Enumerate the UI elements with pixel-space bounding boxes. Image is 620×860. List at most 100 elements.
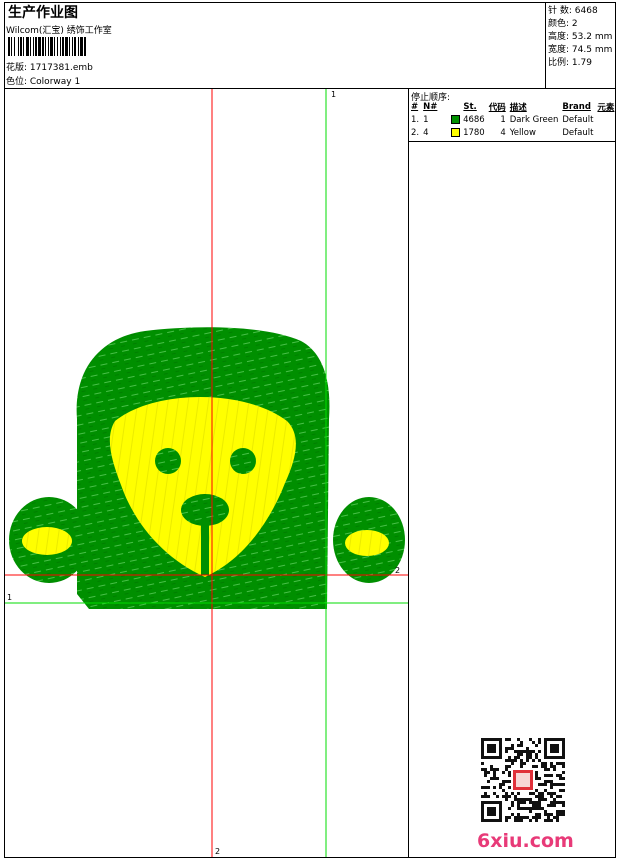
- design-preview: 1 1 2 2: [5, 89, 408, 857]
- qr-module: [538, 783, 541, 786]
- qr-module: [538, 804, 541, 807]
- qr-module: [541, 792, 544, 795]
- qr-module: [502, 780, 505, 783]
- qr-module: [550, 801, 553, 804]
- barcode-bar: [45, 37, 46, 56]
- qr-module: [553, 765, 556, 768]
- qr-module: [505, 795, 508, 798]
- qr-module: [535, 804, 538, 807]
- stats-panel: 针 数: 6468 颜色: 2 高度: 53.2 mm 宽度: 74.5 mm …: [548, 5, 612, 70]
- qr-module: [484, 774, 487, 777]
- qr-module: [481, 768, 484, 771]
- qr-module: [520, 801, 523, 804]
- qr-module: [550, 762, 553, 765]
- qr-module: [493, 777, 496, 780]
- qr-module: [547, 804, 550, 807]
- qr-module: [559, 762, 562, 765]
- qr-module: [559, 777, 562, 780]
- qr-module: [517, 804, 520, 807]
- qr-module: [484, 786, 487, 789]
- table-header-row: # N# St. 代码 描述 Brand 元素: [409, 101, 616, 113]
- qr-module: [526, 798, 529, 801]
- qr-module: [544, 768, 547, 771]
- qr-module: [502, 795, 505, 798]
- barcode-bar: [42, 37, 44, 56]
- qr-module: [538, 816, 541, 819]
- qr-module: [535, 801, 538, 804]
- qr-module: [487, 795, 490, 798]
- barcode-bar: [26, 37, 29, 56]
- qr-module: [550, 795, 553, 798]
- qr-module: [544, 798, 547, 801]
- qr-module: [514, 795, 517, 798]
- qr-module: [544, 765, 547, 768]
- qr-module: [556, 819, 559, 822]
- barcode-bar: [50, 37, 53, 56]
- qr-module: [562, 813, 565, 816]
- qr-module: [523, 762, 526, 765]
- qr-module: [508, 816, 511, 819]
- qr-module: [526, 747, 529, 750]
- qr-module: [529, 750, 532, 753]
- qr-module: [535, 795, 538, 798]
- qr-module: [529, 801, 532, 804]
- qr-module: [511, 759, 514, 762]
- qr-module: [550, 765, 553, 768]
- qr-module: [526, 756, 529, 759]
- qr-module: [529, 819, 532, 822]
- right-eye: [230, 448, 256, 474]
- qr-module: [496, 795, 499, 798]
- left-ear-inner: [22, 527, 72, 555]
- qr-module: [520, 741, 523, 744]
- qr-module: [505, 759, 508, 762]
- qr-module: [520, 762, 523, 765]
- barcode-bar: [78, 37, 79, 56]
- qr-module: [550, 780, 553, 783]
- qr-module: [511, 801, 514, 804]
- qr-module: [562, 804, 565, 807]
- qr-module: [487, 780, 490, 783]
- qr-module: [529, 798, 532, 801]
- qr-module: [556, 774, 559, 777]
- qr-module: [514, 759, 517, 762]
- qr-module: [553, 801, 556, 804]
- table-row: 2. 4 1780 4 Yellow Default: [411, 127, 594, 138]
- qr-module: [526, 807, 529, 810]
- axis-label-green-left: 1: [7, 593, 13, 602]
- barcode-bar: [74, 37, 76, 56]
- qr-module: [532, 741, 535, 744]
- qr-module: [508, 774, 511, 777]
- qr-module: [517, 753, 520, 756]
- qr-module: [517, 738, 520, 741]
- qr-module: [508, 795, 511, 798]
- qr-module: [559, 783, 562, 786]
- qr-module: [511, 747, 514, 750]
- qr-module: [544, 813, 547, 816]
- qr-module: [511, 804, 514, 807]
- qr-module: [532, 759, 535, 762]
- qr-module: [532, 816, 535, 819]
- barcode-bar: [23, 37, 24, 56]
- qr-module: [553, 768, 556, 771]
- right-ear-inner: [345, 530, 389, 556]
- qr-module: [505, 798, 508, 801]
- qr-module: [508, 747, 511, 750]
- qr-module: [535, 819, 538, 822]
- qr-module: [514, 816, 517, 819]
- qr-module: [535, 744, 538, 747]
- qr-module: [484, 792, 487, 795]
- qr-module: [481, 762, 484, 765]
- qr-module: [505, 780, 508, 783]
- qr-module: [550, 813, 553, 816]
- stop-sequence-table: # N# St. 代码 描述 Brand 元素 1. 1 4686 1 Dark…: [409, 101, 616, 139]
- qr-module: [520, 744, 523, 747]
- qr-module: [511, 813, 514, 816]
- qr-module: [538, 801, 541, 804]
- qr-module: [517, 798, 520, 801]
- qr-module: [532, 807, 535, 810]
- color-swatch: [451, 127, 461, 137]
- qr-module: [553, 804, 556, 807]
- stat-height: 高度: 53.2 mm: [548, 32, 613, 42]
- col-stitch: St.: [463, 102, 477, 112]
- qr-module: [514, 798, 517, 801]
